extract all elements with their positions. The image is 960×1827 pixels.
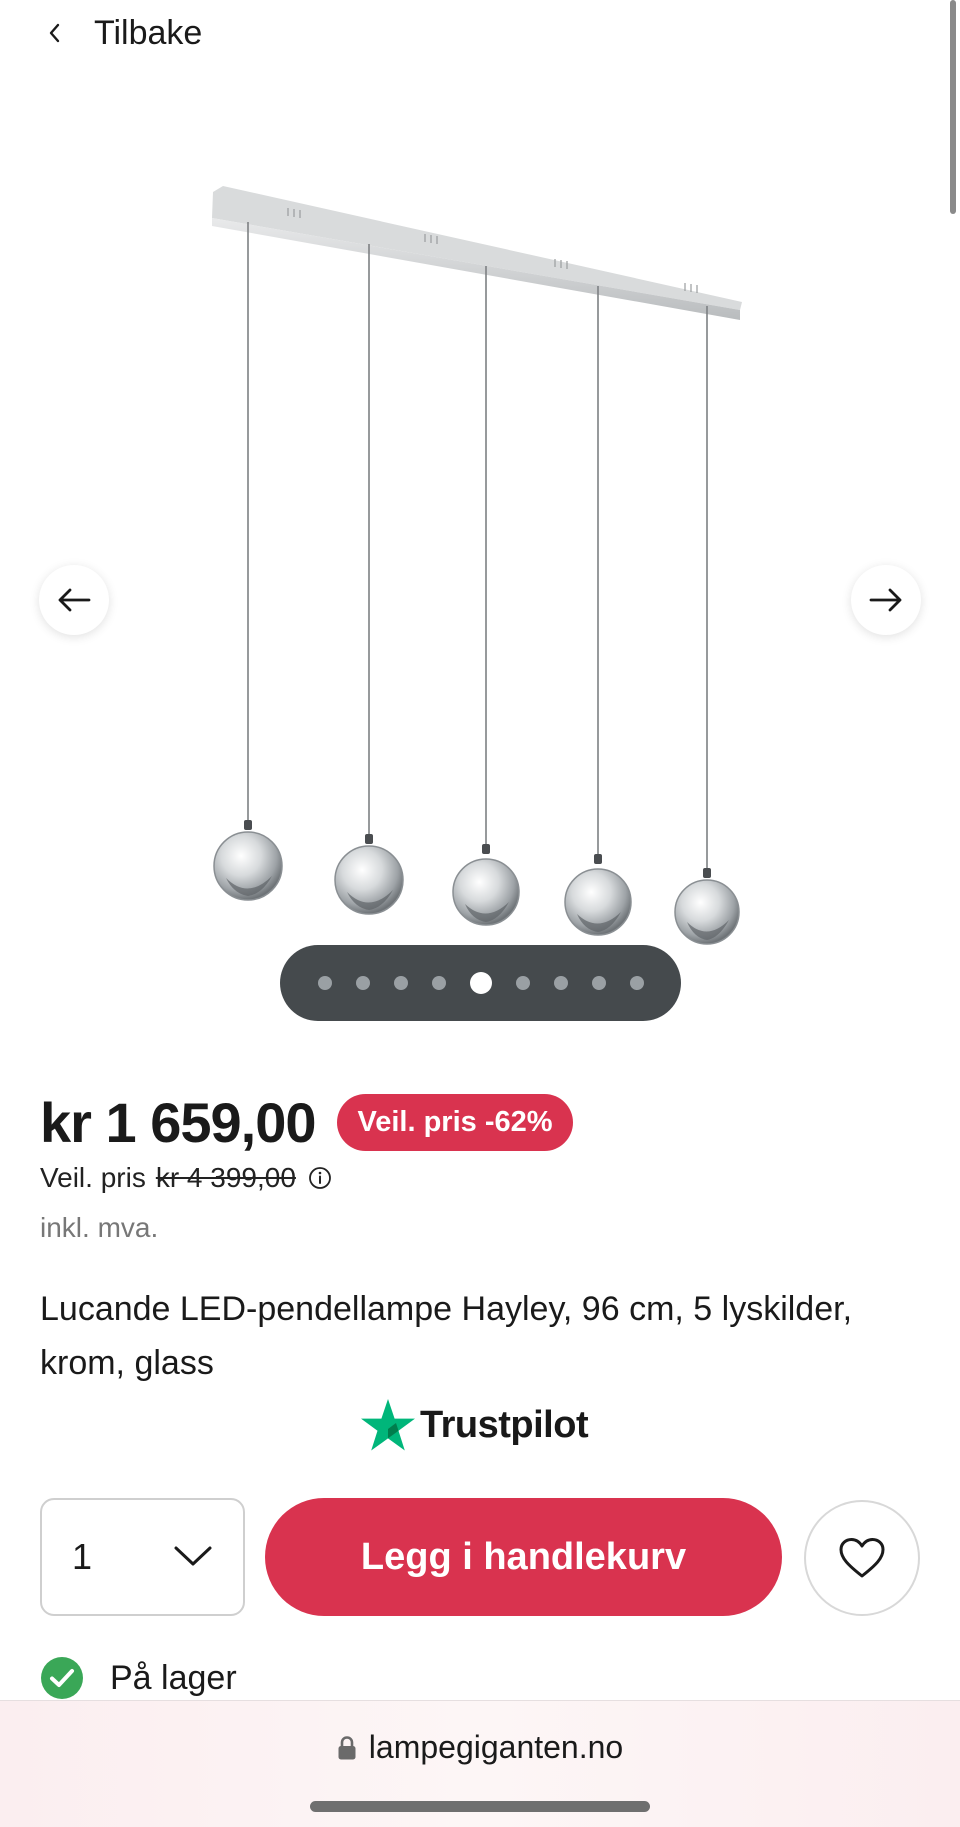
discount-badge: Veil. pris -62%	[337, 1094, 573, 1151]
gallery-pagination	[280, 945, 681, 1021]
pagination-dot[interactable]	[393, 976, 408, 990]
recommended-price-row: Veil. pris kr 4 399,00	[40, 1162, 332, 1194]
chevron-down-icon	[174, 1546, 212, 1566]
check-circle-icon	[41, 1657, 83, 1699]
quantity-select[interactable]: 1	[40, 1498, 245, 1616]
current-price: kr 1 659,00	[40, 1091, 316, 1154]
url-text: lampegiganten.no	[368, 1729, 624, 1765]
browser-address-bar[interactable]: lampegiganten.no	[0, 1700, 960, 1827]
lock-icon	[338, 1735, 356, 1759]
chevron-left-icon	[40, 19, 68, 47]
wishlist-button[interactable]	[804, 1500, 920, 1616]
product-title: Lucande LED-pendellampe Hayley, 96 cm, 5…	[40, 1290, 853, 1382]
product-image-gallery[interactable]	[0, 70, 960, 1030]
trustpilot-label: Trustpilot	[420, 1403, 589, 1446]
product-image	[212, 186, 742, 945]
url-display[interactable]: lampegiganten.no	[0, 1729, 960, 1766]
back-label: Tilbake	[94, 13, 203, 52]
info-icon[interactable]	[308, 1166, 332, 1190]
price-row: kr 1 659,00 Veil. pris -62%	[40, 1090, 573, 1155]
pagination-dot[interactable]	[355, 976, 370, 990]
trustpilot-widget[interactable]: Trustpilot	[360, 1398, 589, 1452]
next-image-button[interactable]	[851, 565, 921, 635]
pagination-dot[interactable]	[629, 976, 644, 990]
add-to-cart-button[interactable]: Legg i handlekurv	[265, 1498, 782, 1616]
rrp-label: Veil. pris	[40, 1162, 146, 1193]
vat-note: inkl. mva.	[40, 1212, 159, 1243]
rrp-value: kr 4 399,00	[155, 1162, 296, 1193]
arrow-left-icon	[58, 588, 91, 612]
arrow-right-icon	[869, 588, 902, 612]
stock-status: På lager	[40, 1656, 237, 1700]
previous-image-button[interactable]	[39, 565, 109, 635]
pagination-dot[interactable]	[553, 976, 568, 990]
top-bar: Tilbake	[0, 0, 960, 70]
quantity-value: 1	[72, 1536, 93, 1577]
pagination-dot[interactable]	[515, 976, 530, 990]
heart-icon	[839, 1538, 885, 1578]
pagination-dot[interactable]	[591, 976, 606, 990]
pagination-dot[interactable]	[317, 976, 332, 990]
purchase-row: 1 Legg i handlekurv	[40, 1498, 920, 1616]
stock-label: På lager	[110, 1658, 237, 1697]
home-indicator[interactable]	[310, 1801, 650, 1812]
back-button[interactable]: Tilbake	[40, 8, 202, 58]
pagination-dot-active[interactable]	[469, 972, 492, 994]
trustpilot-star-icon	[361, 1399, 415, 1451]
pagination-dot[interactable]	[431, 976, 446, 990]
